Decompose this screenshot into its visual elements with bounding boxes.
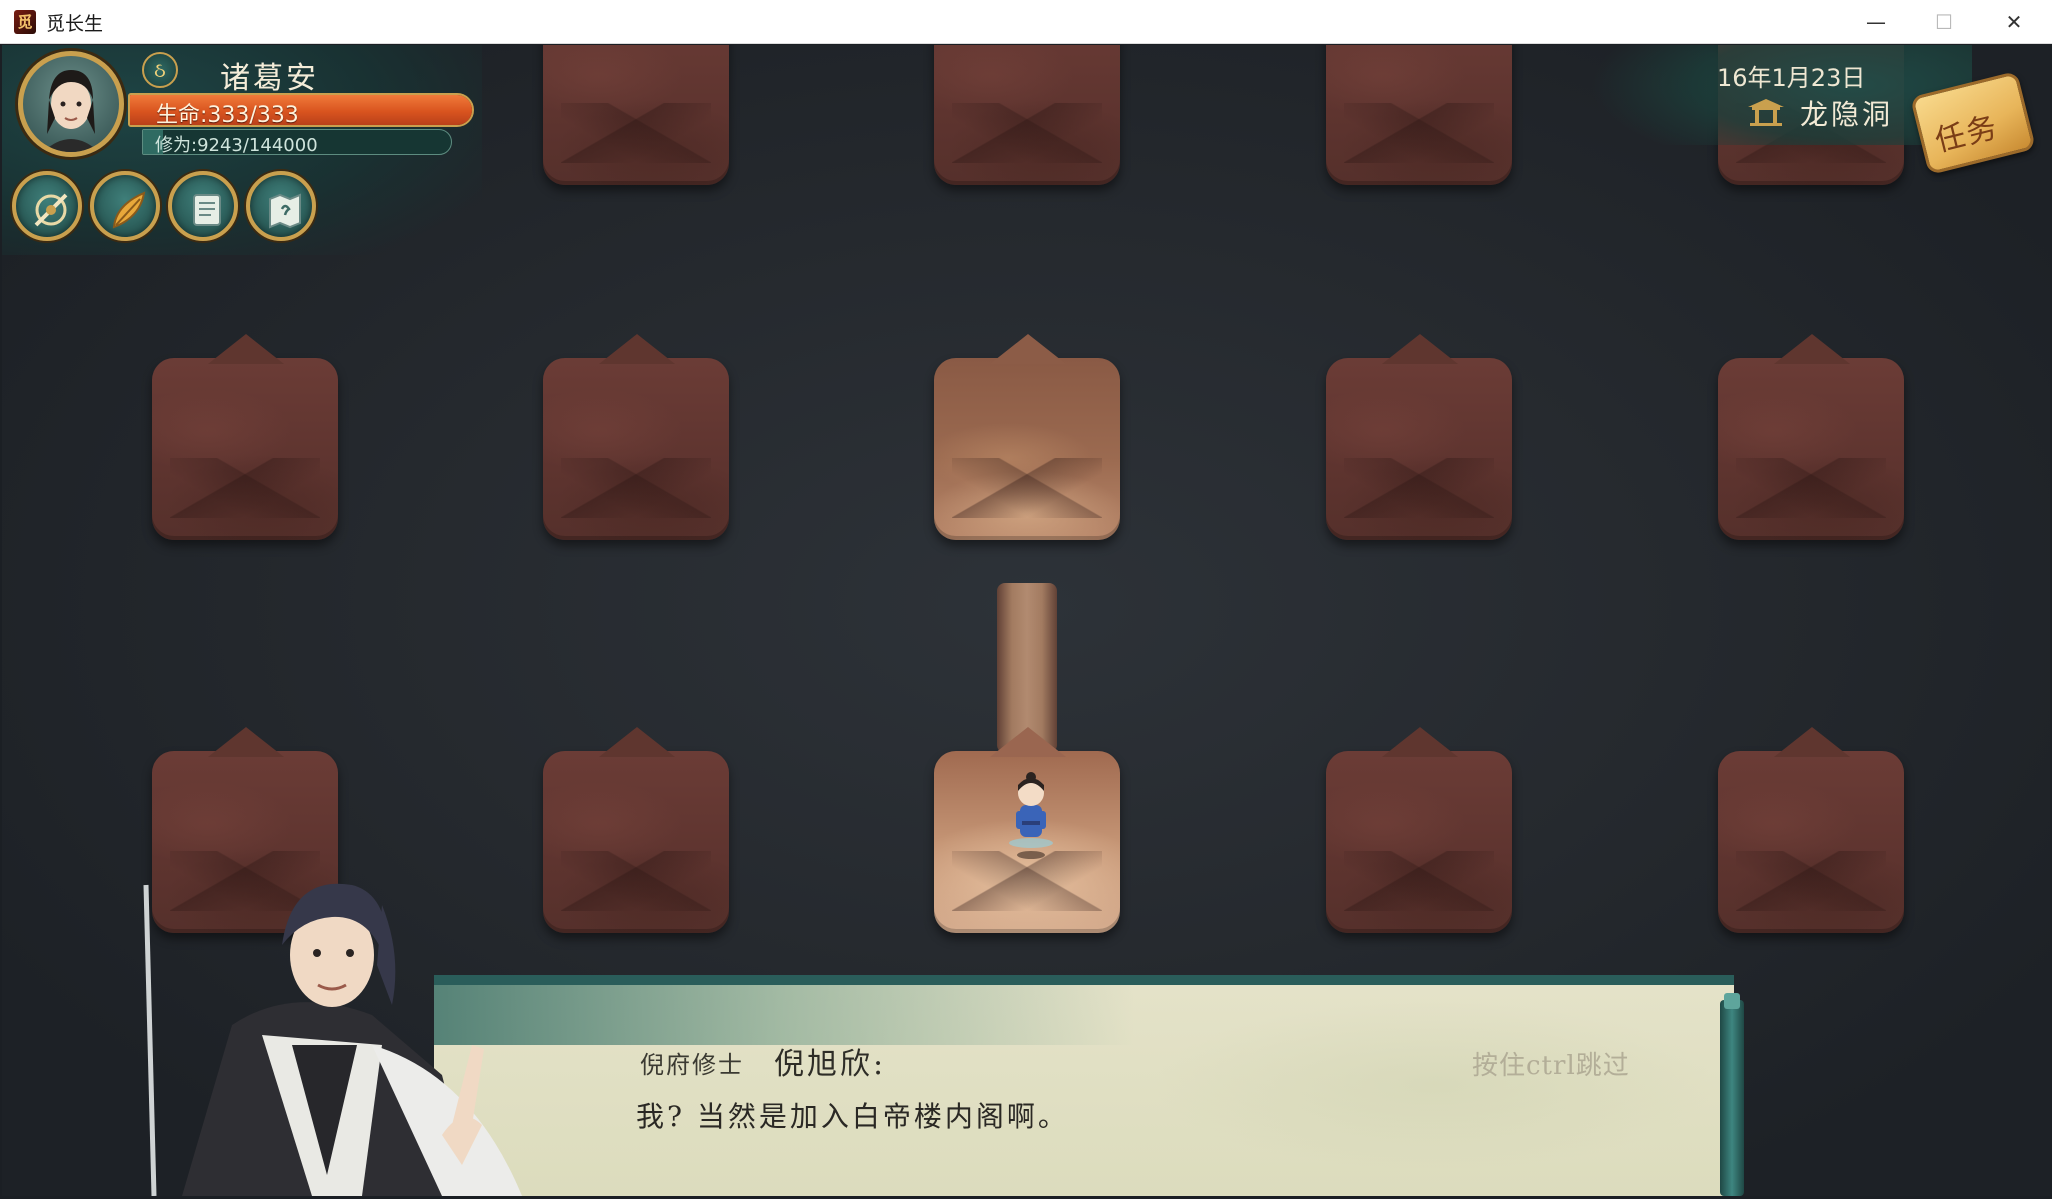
skip-hint[interactable]: 按住ctrl跳过 xyxy=(1472,1045,1630,1082)
minimize-button[interactable]: — xyxy=(1842,0,1910,44)
location-name: 龙隐洞 xyxy=(1800,98,1894,131)
dialog-text: 我? 当然是加入白帝楼内阁啊。 xyxy=(636,1100,1069,1133)
window-title: 觅长生 xyxy=(46,13,104,35)
window-titlebar: 觅 觅长生 — ☐ ✕ xyxy=(0,0,2052,44)
map-tile[interactable] xyxy=(543,45,729,185)
mountain-texture xyxy=(1344,851,1494,911)
npc-portrait xyxy=(143,883,522,1196)
app-icon: 觅 xyxy=(14,10,36,34)
pavilion-icon xyxy=(1748,99,1784,126)
cultivation-bar: 修为:9243/144000 xyxy=(142,129,452,155)
mountain-texture xyxy=(952,458,1102,518)
scroll-rod-cap xyxy=(1724,993,1740,1009)
sword-icon xyxy=(34,193,68,227)
map-tile[interactable] xyxy=(1326,727,1512,933)
map-tile[interactable] xyxy=(152,334,338,540)
cultivation-text: 修为:9243/144000 xyxy=(155,135,318,155)
mountain-texture xyxy=(1344,103,1494,163)
speaker-name: 倪旭欣: xyxy=(774,1047,887,1082)
speaker-title: 倪府修士 xyxy=(640,1051,744,1079)
map-icon xyxy=(269,193,301,229)
player-sprite xyxy=(1009,772,1053,859)
game-viewport: ઠ 诸葛安 生命:333/333 修为:9243/144000 16年1月23日… xyxy=(2,45,2050,1196)
map-tile[interactable] xyxy=(1718,727,1904,933)
scroll-rod xyxy=(1720,1000,1744,1196)
mountain-texture xyxy=(1344,458,1494,518)
map-tile[interactable] xyxy=(1326,334,1512,540)
close-button[interactable]: ✕ xyxy=(1980,0,2048,44)
world-status-panel: 16年1月23日 龙隐洞 任务 xyxy=(1562,45,2050,185)
map-tile[interactable] xyxy=(543,334,729,540)
feather-icon-button[interactable] xyxy=(90,171,160,241)
player-avatar[interactable] xyxy=(18,51,124,157)
avatar-face-icon xyxy=(43,70,99,152)
element-fire-icon[interactable]: ઠ xyxy=(142,52,178,88)
mountain-texture xyxy=(561,458,711,518)
mountain-texture xyxy=(952,103,1102,163)
quest-button[interactable]: 任务 xyxy=(1909,70,2042,183)
mountain-texture xyxy=(1736,851,1886,911)
player-status-panel: ઠ 诸葛安 生命:333/333 修为:9243/144000 xyxy=(2,45,502,305)
map-tile[interactable] xyxy=(934,45,1120,185)
mountain-texture xyxy=(1736,458,1886,518)
sword-icon-button[interactable] xyxy=(12,171,82,241)
map-icon-button[interactable] xyxy=(246,171,316,241)
hp-bar: 生命:333/333 xyxy=(128,93,474,127)
player-name: 诸葛安 xyxy=(220,61,319,96)
scroll-icon-button[interactable] xyxy=(168,171,238,241)
game-date: 16年1月23日 xyxy=(1717,64,1866,92)
mountain-texture xyxy=(170,458,320,518)
hp-text: 生命:333/333 xyxy=(156,103,299,127)
map-tile[interactable] xyxy=(1326,45,1512,185)
scroll-icon xyxy=(193,194,221,226)
mountain-texture xyxy=(561,103,711,163)
maximize-button[interactable]: ☐ xyxy=(1910,0,1978,44)
feather-icon xyxy=(112,191,146,229)
map-tile-revealed[interactable] xyxy=(934,334,1120,540)
map-tile[interactable] xyxy=(1718,334,1904,540)
